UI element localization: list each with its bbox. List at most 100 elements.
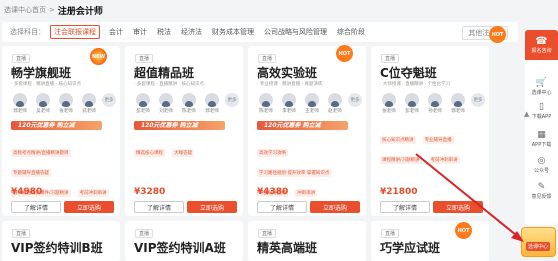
sidebar-item-label: 公众号 [533, 168, 549, 174]
course-card[interactable]: 直播 精英高端班 [248, 221, 366, 261]
course-center-widget[interactable]: 选课中心 [521, 227, 556, 257]
course-price: ¥4980 [11, 187, 43, 197]
teacher-avatar [13, 93, 27, 107]
course-title[interactable]: 巧学应试班 [380, 239, 440, 256]
feature-chip: 高频考点精讲/直播精讲题目 [11, 149, 71, 157]
teacher[interactable]: 郭老师 [202, 93, 222, 114]
teacher[interactable]: 武老师 [79, 93, 99, 114]
teacher[interactable]: 郭老师 [10, 93, 30, 114]
teacher-list: 郭老师 吴老师 张老师 武老师 更多 [10, 93, 116, 114]
course-desc: · 大师授课 · 直播精讲 · 个性化学习 [380, 82, 450, 87]
course-card[interactable]: 直播 VIP签约特训A班 [125, 221, 243, 261]
course-tag: 直播 [12, 54, 31, 63]
course-desc: · 多套课程 · 精讲直播 · 核心知识点 [11, 82, 81, 87]
teacher[interactable]: 郭老师 [448, 93, 468, 114]
teacher[interactable]: 吴老师 [33, 93, 53, 114]
detail-button[interactable]: 了解详情 [11, 201, 61, 213]
teacher-avatar [428, 93, 442, 107]
course-tag: 直播 [381, 229, 400, 238]
sidebar-item-wechat[interactable]: ◎ 公众号 [525, 156, 558, 174]
buy-button[interactable]: 立即选购 [310, 201, 360, 213]
buy-button[interactable]: 立即选购 [433, 201, 483, 213]
sidebar-item-app[interactable]: ▦ APP下载 [525, 130, 558, 148]
wechat-icon: ◎ [537, 156, 546, 166]
course-card[interactable]: 直播 畅学旗舰班 · 多套课程 · 精讲直播 · 核心知识点 郭老师 吴老师 张… [2, 46, 120, 216]
teacher[interactable]: 彭老师 [402, 93, 422, 114]
teacher-avatar [282, 93, 296, 107]
breadcrumb-parent[interactable]: 选课中心首页 [4, 5, 46, 15]
more-teachers-button[interactable]: 更多 [102, 93, 116, 107]
more-teachers-button[interactable]: 更多 [471, 93, 485, 107]
coupon-banner[interactable]: 120元优惠券 购立减 [11, 121, 102, 130]
course-tag: 直播 [258, 229, 277, 238]
feature-chip: 冲刺串讲 [295, 189, 318, 197]
course-title[interactable]: 精英高端班 [257, 239, 317, 256]
teacher[interactable]: 陈老师 [256, 93, 276, 114]
teacher-name: 赵老师 [328, 109, 342, 114]
teacher[interactable]: 陈老师 [179, 93, 199, 114]
course-card[interactable]: 直播 VIP签约特训B班 [2, 221, 120, 261]
headset-icon: ☎ [535, 35, 548, 47]
course-title[interactable]: C位夺魁班 [380, 64, 437, 81]
sidebar-item-label: 下载APP [531, 114, 552, 120]
tab-financial-cost[interactable]: 财务成本管理 [212, 27, 254, 37]
teacher-name: 王老师 [305, 109, 319, 114]
tab-combined[interactable]: 注会联报课程 [50, 25, 100, 39]
detail-button[interactable]: 了解详情 [380, 201, 430, 213]
teacher-avatar [182, 93, 196, 107]
feature-chip: 考前冲刺串讲 [77, 189, 109, 197]
feature-chip: 精选核心课程 [134, 149, 165, 157]
widget-label: 选课中心 [526, 242, 551, 251]
teacher-avatar [159, 93, 173, 107]
teacher[interactable]: 张老师 [379, 93, 399, 114]
teacher[interactable]: 张老师 [56, 93, 76, 114]
teacher-avatar [136, 93, 150, 107]
teacher[interactable]: 赵老师 [325, 93, 345, 114]
course-title[interactable]: VIP签约特训A班 [134, 239, 226, 256]
detail-button[interactable]: 了解详情 [257, 201, 307, 213]
course-title[interactable]: 畅学旗舰班 [11, 64, 71, 81]
consult-button[interactable]: ☎ 报名咨询 [525, 30, 558, 60]
buy-button[interactable]: 立即选购 [187, 201, 237, 213]
teacher[interactable]: 彭老师 [133, 93, 153, 114]
teacher-name: 李老师 [282, 109, 296, 114]
course-title[interactable]: 高效实验班 [257, 64, 317, 81]
tab-economic-law[interactable]: 经济法 [181, 27, 202, 37]
teacher[interactable]: 孙老师 [425, 93, 445, 114]
course-card[interactable]: 直播 C位夺魁班 · 大师授课 · 直播精讲 · 个性化学习 张老师 彭老师 孙… [371, 46, 489, 216]
sidebar-item-course-center[interactable]: 🛒 选课中心 [525, 78, 558, 96]
breadcrumb: 选课中心首页 > 注册会计师 [4, 2, 103, 18]
course-title[interactable]: 超值精品班 [134, 64, 194, 81]
tab-tax[interactable]: 税法 [157, 27, 171, 37]
coupon-banner[interactable]: 120元优惠券 购立减 [134, 121, 225, 130]
tab-comprehensive[interactable]: 综合阶段 [337, 27, 365, 37]
coupon-banner[interactable]: 120元优惠券 购立减 [257, 121, 348, 130]
scroll-up-icon[interactable]: ▲ [524, 110, 532, 118]
detail-button[interactable]: 了解详情 [134, 201, 184, 213]
tab-audit[interactable]: 审计 [133, 27, 147, 37]
sidebar-item-label: APP下载 [531, 142, 552, 148]
teacher[interactable]: 刘老师 [156, 93, 176, 114]
feature-chip: 专业辅导直播 [422, 136, 454, 144]
tab-accounting[interactable]: 会计 [109, 27, 123, 37]
buy-button[interactable]: 立即选购 [64, 201, 114, 213]
more-teachers-button[interactable]: 更多 [225, 93, 239, 107]
course-card[interactable]: 直播 高效实验班 · 专业授课 · 精讲直播 · 真题演练 陈老师 李老师 王老… [248, 46, 366, 216]
more-teachers-button[interactable]: 更多 [348, 93, 362, 107]
feature-chip: 高效学习攻略 [257, 149, 288, 157]
tab-strategy-risk[interactable]: 公司战略与风险管理 [264, 27, 327, 37]
teacher-name: 彭老师 [136, 109, 150, 114]
teacher[interactable]: 王老师 [302, 93, 322, 114]
teacher-list: 陈老师 李老师 王老师 赵老师 更多 [256, 93, 362, 114]
sidebar-item-feedback[interactable]: ✎ 意见反馈 [525, 182, 558, 200]
teacher-avatar [205, 93, 219, 107]
right-sidebar: ☎ 报名咨询 🛒 选课中心 ▯ 下载APP ▦ APP下载 ◎ 公众号 ✎ 意见反馈 [525, 30, 558, 225]
course-tag: 直播 [12, 229, 31, 238]
teacher[interactable]: 李老师 [279, 93, 299, 114]
teacher-name: 孙老师 [428, 109, 442, 114]
hot-badge-icon: HOT [455, 222, 472, 239]
course-tag: 直播 [381, 54, 400, 63]
subject-filter-bar: 选择科目： 注会联报课程 会计 审计 税法 经济法 财务成本管理 公司战略与风险… [2, 22, 518, 42]
course-title[interactable]: VIP签约特训B班 [11, 239, 103, 256]
course-card[interactable]: 直播 超值精品班 · 多套课程 · 直播精讲 · 核心知识点 彭老师 刘老师 陈… [125, 46, 243, 216]
